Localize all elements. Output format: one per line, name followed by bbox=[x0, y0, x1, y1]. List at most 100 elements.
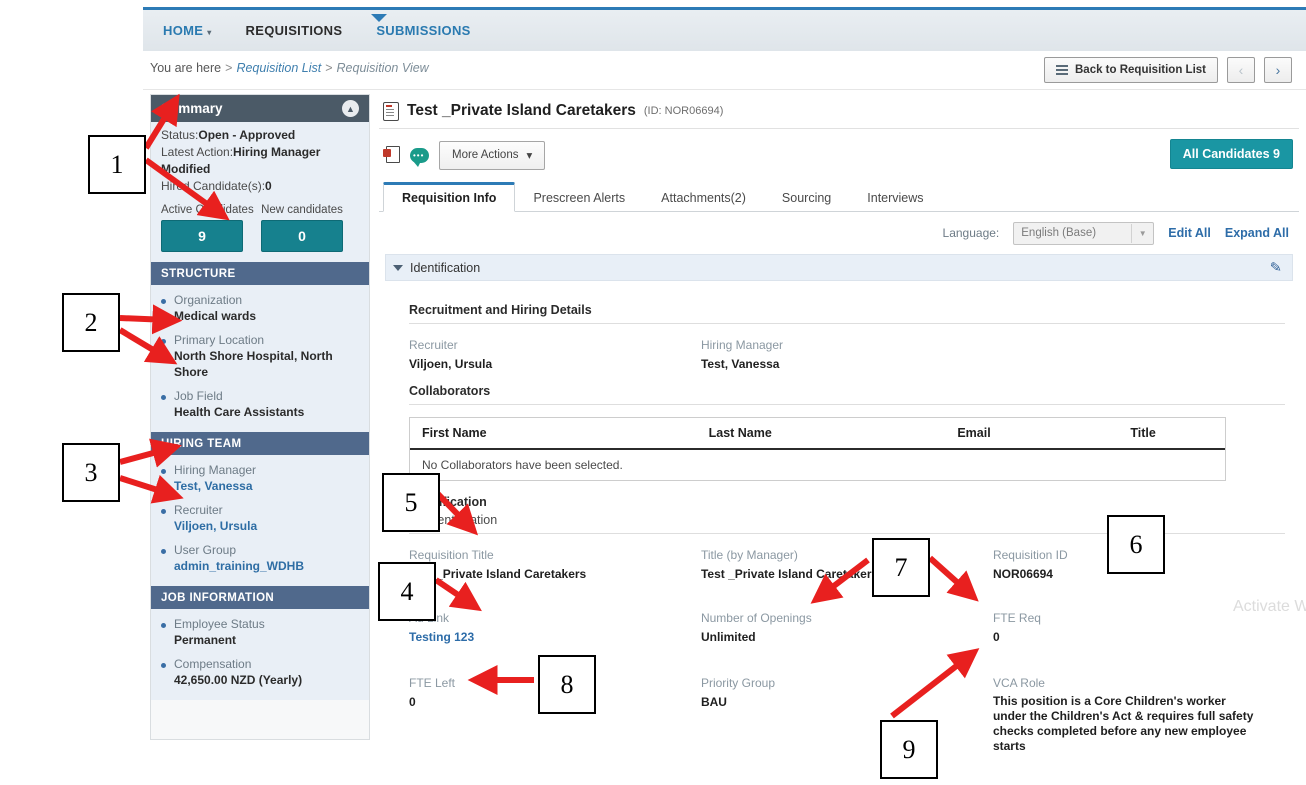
identification-section-title: Identification bbox=[410, 260, 481, 275]
language-selected-value: English (Base) bbox=[1021, 227, 1097, 239]
job-info-field-employee-status: Employee Status Permanent bbox=[161, 617, 359, 648]
edit-all-link[interactable]: Edit All bbox=[1168, 226, 1211, 240]
tab-prescreen-alerts[interactable]: Prescreen Alerts bbox=[515, 185, 643, 211]
breadcrumb-item-requisition-list[interactable]: Requisition List bbox=[236, 61, 321, 75]
field-hiring-manager: Hiring Manager Test, Vanessa bbox=[701, 337, 993, 372]
field-title-by-manager: Title (by Manager) Test _Private Island … bbox=[701, 547, 993, 582]
empty-message: No Collaborators have been selected. bbox=[422, 458, 623, 472]
field-spacer bbox=[993, 337, 1285, 372]
job-info-field-label: Employee Status bbox=[174, 617, 265, 631]
previous-requisition-button[interactable]: ‹ bbox=[1227, 57, 1255, 83]
annotation-number-2: 2 bbox=[62, 293, 120, 352]
field-value[interactable]: Testing 123 bbox=[409, 629, 701, 645]
structure-field-job-field: Job Field Health Care Assistants bbox=[161, 389, 359, 420]
annotation-number-3: 3 bbox=[62, 443, 120, 502]
field-fte-left: FTE Left 0 bbox=[409, 675, 701, 754]
new-candidates-counter: New candidates 0 bbox=[261, 204, 343, 252]
structure-field-primary-location: Primary Location North Shore Hospital, N… bbox=[161, 333, 359, 380]
chevron-down-icon: ▾ bbox=[526, 150, 533, 162]
print-icon[interactable] bbox=[383, 145, 400, 165]
tab-interviews[interactable]: Interviews bbox=[849, 185, 941, 211]
sidebar-structure-header[interactable]: STRUCTURE bbox=[151, 262, 369, 285]
hiring-team-field-value[interactable]: Test, Vanessa bbox=[174, 478, 359, 494]
summary-latest-action-label: Latest Action: bbox=[161, 145, 234, 159]
nav-item-home[interactable]: HOME ▾ bbox=[149, 23, 226, 38]
hiring-team-field-label: Hiring Manager bbox=[174, 463, 257, 477]
new-candidates-value[interactable]: 0 bbox=[261, 220, 343, 252]
breadcrumb-separator: > bbox=[325, 61, 333, 75]
field-label: VCA Role bbox=[992, 676, 1045, 690]
pencil-icon[interactable]: ✎ bbox=[1270, 259, 1283, 277]
identification-section-header[interactable]: Identification ✎ bbox=[385, 254, 1293, 281]
more-actions-label: More Actions bbox=[452, 149, 519, 161]
sidebar-hiring-team-body: Hiring Manager Test, Vanessa Recruiter V… bbox=[151, 455, 369, 586]
structure-field-organization: Organization Medical wards bbox=[161, 293, 359, 324]
back-to-requisition-list-button[interactable]: Back to Requisition List bbox=[1044, 57, 1218, 83]
tab-attachments[interactable]: Attachments(2) bbox=[643, 185, 764, 211]
list-icon bbox=[1056, 65, 1068, 75]
recruitment-heading: Recruitment and Hiring Details bbox=[409, 303, 1285, 324]
active-candidates-counter: Active Candidates 9 bbox=[161, 204, 254, 252]
new-candidates-label: New candidates bbox=[261, 204, 343, 216]
hiring-team-field-hiring-manager: Hiring Manager Test, Vanessa bbox=[161, 463, 359, 494]
summary-status-label: Status: bbox=[161, 128, 199, 142]
application-window: HOME ▾ REQUISITIONS SUBMISSIONS You are h… bbox=[143, 0, 1306, 768]
summary-status-value: Open - Approved bbox=[198, 128, 296, 142]
all-candidates-button[interactable]: All Candidates 9 bbox=[1169, 139, 1293, 169]
tab-sourcing[interactable]: Sourcing bbox=[764, 185, 849, 211]
more-actions-button[interactable]: More Actions ▾ bbox=[439, 140, 546, 170]
chevron-down-icon: ▼ bbox=[1131, 223, 1153, 243]
language-select[interactable]: English (Base) ▼ bbox=[1013, 221, 1155, 245]
field-label: Ad Link bbox=[409, 611, 450, 625]
field-value: Viljoen, Ursula bbox=[409, 357, 493, 371]
recruitment-fields-row: Recruiter Viljoen, Ursula Hiring Manager… bbox=[409, 337, 1285, 372]
top-navigation-bar: HOME ▾ REQUISITIONS SUBMISSIONS bbox=[143, 7, 1306, 51]
form-area: Recruitment and Hiring Details Recruiter… bbox=[379, 281, 1299, 768]
job-info-field-value: 42,650.00 NZD (Yearly) bbox=[174, 673, 303, 687]
comment-icon[interactable]: ••• bbox=[410, 147, 429, 167]
structure-field-value: Medical wards bbox=[174, 309, 257, 323]
job-info-field-value: Permanent bbox=[174, 633, 237, 647]
field-recruiter: Recruiter Viljoen, Ursula bbox=[409, 337, 701, 372]
expand-all-link[interactable]: Expand All bbox=[1225, 226, 1289, 240]
summary-status-line: Status:Open - Approved bbox=[161, 127, 359, 144]
active-candidates-value[interactable]: 9 bbox=[161, 220, 243, 252]
field-value: NOR06694 bbox=[992, 567, 1053, 581]
hiring-team-field-value[interactable]: Viljoen, Ursula bbox=[174, 518, 359, 534]
summary-hired-line: Hired Candidate(s):0 bbox=[161, 178, 359, 195]
triangle-collapse-icon[interactable] bbox=[393, 264, 403, 271]
tab-requisition-info[interactable]: Requisition Info bbox=[383, 182, 516, 212]
chevron-down-icon: ▾ bbox=[207, 28, 212, 37]
field-requisition-id: Requisition ID NOR06694 bbox=[993, 547, 1285, 582]
candidate-counters: Active Candidates 9 New candidates 0 bbox=[161, 204, 359, 252]
sidebar-job-information-header[interactable]: JOB INFORMATION bbox=[151, 586, 369, 609]
breadcrumb: You are here > Requisition List > Requisitio… bbox=[150, 61, 429, 75]
nav-item-requisitions[interactable]: REQUISITIONS bbox=[232, 23, 357, 38]
next-requisition-button[interactable]: › bbox=[1264, 57, 1292, 83]
table-header-row: First Name Last Name Email Title bbox=[410, 418, 1225, 450]
field-label: Title (by Manager) bbox=[700, 548, 798, 562]
identification-fields-row-1: Requisition Title Test _Private Island C… bbox=[409, 547, 1285, 582]
field-label: Recruiter bbox=[409, 338, 458, 352]
field-value: Test _Private Island Caretakers bbox=[409, 567, 587, 581]
language-toolbar: Language: English (Base) ▼ Edit All Expa… bbox=[379, 212, 1299, 254]
sidebar-structure-body: Organization Medical wards Primary Locat… bbox=[151, 285, 369, 432]
active-candidates-label: Active Candidates bbox=[161, 204, 254, 216]
field-label: FTE Req bbox=[992, 611, 1041, 625]
sidebar-summary-header[interactable]: Summary ▲ bbox=[151, 95, 369, 122]
job-info-field-label: Compensation bbox=[174, 657, 252, 671]
field-value: 0 bbox=[992, 630, 1000, 644]
chevron-up-icon[interactable]: ▲ bbox=[342, 100, 359, 117]
sidebar-hiring-team-header[interactable]: HIRING TEAM bbox=[151, 432, 369, 455]
field-priority-group: Priority Group BAU bbox=[701, 675, 993, 754]
action-bar: ••• More Actions ▾ All Candidates 9 bbox=[379, 129, 1299, 181]
field-value: Test, Vanessa bbox=[700, 357, 780, 371]
hiring-team-field-value[interactable]: admin_training_WDHB bbox=[174, 558, 359, 574]
identification-subheading: Identification bbox=[409, 513, 1285, 534]
hiring-team-field-label: User Group bbox=[174, 543, 237, 557]
requisition-id-label: (ID: NOR06694) bbox=[643, 105, 724, 117]
summary-latest-action-line: Latest Action:Hiring Manager Modified bbox=[161, 144, 359, 178]
nav-item-submissions[interactable]: SUBMISSIONS bbox=[362, 23, 484, 38]
hiring-team-field-label: Recruiter bbox=[174, 503, 223, 517]
collaborators-heading: Collaborators bbox=[409, 384, 1285, 405]
